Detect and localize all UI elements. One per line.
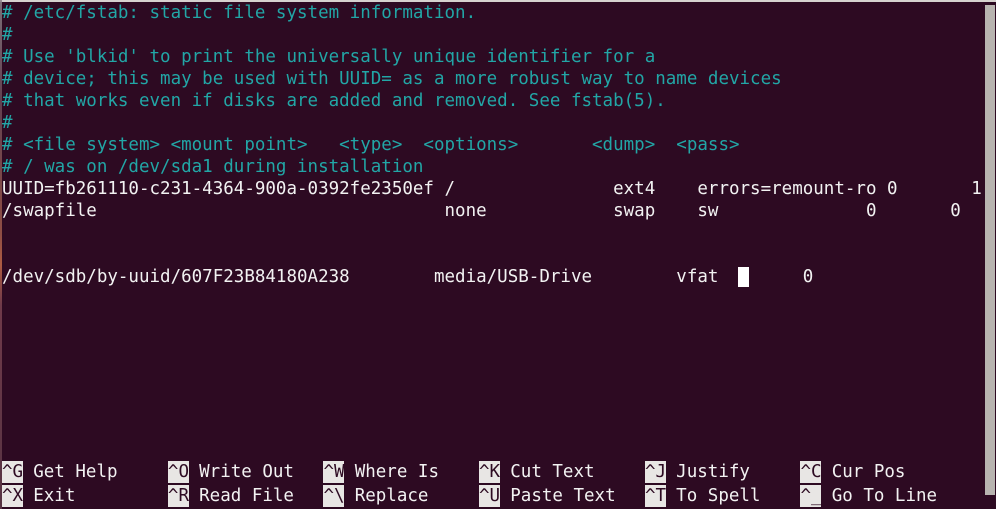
shortcut-key: ^T: [644, 485, 667, 507]
shortcut-justify[interactable]: ^J Justify: [644, 461, 750, 483]
shortcut-read-file[interactable]: ^R Read File: [167, 485, 294, 507]
shortcut-gap: [500, 462, 511, 482]
shortcut-gap: [189, 486, 200, 506]
editor-line[interactable]: # /etc/fstab: static file system informa…: [2, 2, 476, 24]
shortcut-gap: [344, 462, 355, 482]
shortcut-key: ^O: [167, 461, 189, 483]
shortcut-to-spell[interactable]: ^T To Spell: [644, 485, 761, 507]
shortcut-key: ^\: [323, 485, 345, 507]
shortcut-gap: [821, 462, 832, 482]
shortcut-key: ^G: [2, 461, 24, 483]
editor-line[interactable]: # that works even if disks are added and…: [2, 90, 666, 112]
shortcut-label: Exit: [33, 486, 76, 506]
shortcut-key: ^J: [644, 461, 667, 483]
shortcut-where-is[interactable]: ^W Where Is: [323, 461, 439, 483]
shortcut-label: Justify: [676, 462, 750, 482]
scrollbar-track[interactable]: [984, 2, 996, 509]
shortcut-label: Paste Text: [510, 486, 616, 506]
shortcut-label: Go To Line: [831, 486, 938, 506]
shortcut-key: ^_: [800, 485, 822, 507]
shortcut-gap: [666, 462, 677, 482]
shortcut-replace[interactable]: ^\ Replace: [323, 485, 428, 507]
editor-line[interactable]: # / was on /dev/sda1 during installation: [2, 156, 423, 178]
shortcut-go-to-line[interactable]: ^_ Go To Line: [800, 485, 937, 507]
shortcut-key: ^C: [800, 461, 822, 483]
shortcut-exit[interactable]: ^X Exit: [2, 485, 75, 507]
shortcut-write-out[interactable]: ^O Write Out: [167, 461, 294, 483]
shortcut-key: ^U: [479, 485, 501, 507]
shortcut-get-help[interactable]: ^G Get Help: [2, 461, 118, 483]
shortcut-label: Replace: [354, 486, 429, 506]
terminal-window: # /etc/fstab: static file system informa…: [0, 0, 996, 509]
text-cursor: [738, 267, 750, 287]
shortcut-label: Where Is: [354, 462, 439, 482]
shortcut-gap: [23, 462, 34, 482]
editor-line[interactable]: #: [2, 24, 13, 46]
shortcut-gap: [23, 486, 34, 506]
shortcut-key: ^K: [479, 461, 501, 483]
shortcut-label: Cur Pos: [831, 462, 906, 482]
shortcut-paste-text[interactable]: ^U Paste Text: [479, 485, 616, 507]
shortcut-cur-pos[interactable]: ^C Cur Pos: [800, 461, 905, 483]
editor-line[interactable]: # device; this may be used with UUID= as…: [2, 68, 782, 90]
shortcut-key: ^X: [2, 485, 24, 507]
shortcut-label: Read File: [199, 486, 294, 506]
shortcut-gap: [500, 486, 511, 506]
editor-line[interactable]: #: [2, 112, 13, 134]
shortcut-label: Cut Text: [510, 462, 595, 482]
window-left-border: [0, 0, 2, 509]
shortcut-gap: [821, 486, 832, 506]
editor-line[interactable]: /swapfile none swap sw 0 0: [2, 200, 961, 222]
shortcut-cut-text[interactable]: ^K Cut Text: [479, 461, 595, 483]
shortcut-gap: [189, 462, 200, 482]
shortcut-label: To Spell: [676, 486, 761, 506]
shortcut-label: Write Out: [199, 462, 294, 482]
shortcut-gap: [666, 486, 677, 506]
editor-line[interactable]: # Use 'blkid' to print the universally u…: [2, 46, 655, 68]
shortcut-gap: [344, 486, 355, 506]
shortcut-key: ^R: [167, 485, 189, 507]
shortcut-key: ^W: [323, 461, 345, 483]
editor-line[interactable]: # <file system> <mount point> <type> <op…: [2, 134, 740, 156]
nano-shortcut-bar: ^G Get Help ^O Write Out ^W Where Is ^K Cut…: [2, 461, 984, 509]
scrollbar-thumb[interactable]: [985, 5, 995, 495]
editor-line[interactable]: /dev/sdb/by-uuid/607F23B84180A238 media/…: [2, 266, 813, 288]
editor-text-area[interactable]: # /etc/fstab: static file system informa…: [2, 2, 984, 442]
editor-line[interactable]: UUID=fb261110-c231-4364-900a-0392fe2350e…: [2, 178, 982, 200]
window-top-border: [0, 0, 996, 2]
shortcut-label: Get Help: [33, 462, 118, 482]
